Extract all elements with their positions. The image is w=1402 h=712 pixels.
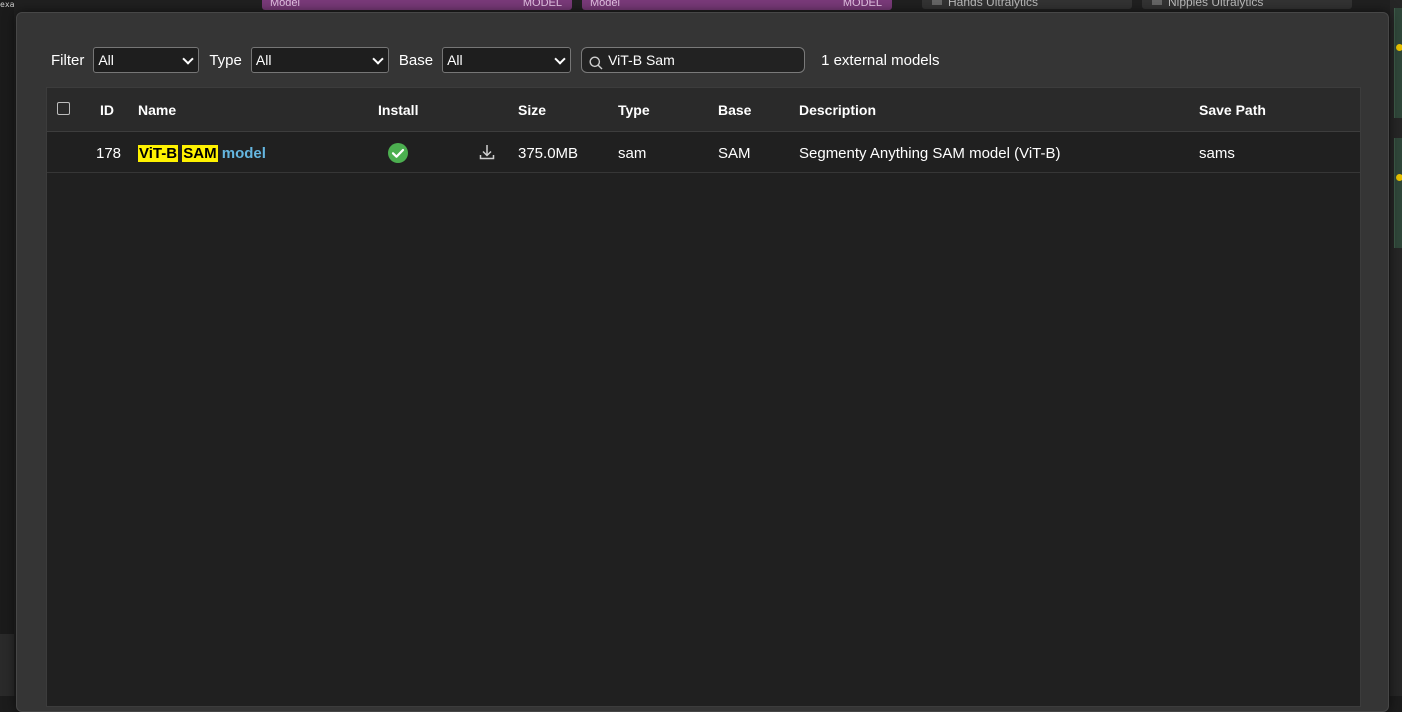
search-highlight: ViT-B bbox=[138, 145, 179, 162]
external-models-dialog: Filter All Type All Base All ViT-B Sam 1… bbox=[16, 12, 1389, 712]
background-panel-edge bbox=[0, 634, 14, 696]
background-node: Model MODEL bbox=[262, 0, 572, 10]
background-right-node bbox=[1394, 8, 1402, 118]
background-chip: Nipples Ultralytics bbox=[1142, 0, 1352, 9]
column-header-type[interactable]: Type bbox=[618, 102, 650, 118]
download-icon[interactable] bbox=[478, 143, 496, 161]
result-count: 1 external models bbox=[821, 51, 940, 69]
background-chip: Hands Ultralytics bbox=[922, 0, 1132, 9]
column-header-base[interactable]: Base bbox=[718, 102, 751, 118]
background-text-panel: exactly should be shown. bbox=[0, 0, 14, 634]
background-text-line: exactly should be shown. bbox=[0, 0, 14, 10]
search-value: ViT-B Sam bbox=[608, 52, 675, 68]
table-header: ID Name Install Size Type Base Descripti… bbox=[47, 88, 1360, 132]
row-description: Segmenty Anything SAM model (ViT-B) bbox=[799, 145, 1061, 162]
background-right-node bbox=[1394, 138, 1402, 248]
base-select-value: All bbox=[447, 52, 463, 68]
row-name[interactable]: ViT-B SAM model bbox=[138, 145, 266, 162]
type-select-value: All bbox=[255, 52, 272, 68]
row-size: 375.0MB bbox=[518, 145, 579, 162]
chevron-down-icon bbox=[182, 53, 195, 65]
background-node-dot bbox=[1396, 174, 1402, 181]
check-circle-icon bbox=[387, 142, 409, 164]
search-highlight: SAM bbox=[182, 145, 218, 162]
chevron-down-icon bbox=[554, 53, 566, 65]
column-header-save-path[interactable]: Save Path bbox=[1199, 102, 1266, 118]
column-header-name[interactable]: Name bbox=[138, 102, 176, 118]
type-select[interactable]: All bbox=[250, 47, 389, 73]
background-node-dot bbox=[1396, 44, 1402, 51]
filter-toolbar: Filter All Type All Base All ViT-B Sam 1… bbox=[51, 46, 939, 74]
filter-select[interactable]: All bbox=[93, 47, 200, 73]
row-id: 178 bbox=[96, 145, 122, 162]
models-table: ID Name Install Size Type Base Descripti… bbox=[46, 87, 1361, 707]
background-node: Model MODEL bbox=[582, 0, 892, 10]
row-save-path: sams bbox=[1199, 145, 1235, 162]
base-label: Base bbox=[398, 51, 434, 69]
row-type: sam bbox=[618, 145, 647, 162]
table-row[interactable]: 178 ViT-B SAM model 375.0MB sam SAM Segm… bbox=[47, 132, 1360, 173]
select-all-checkbox[interactable] bbox=[57, 102, 70, 115]
column-header-size[interactable]: Size bbox=[518, 102, 546, 118]
chevron-down-icon bbox=[372, 53, 384, 65]
row-base: SAM bbox=[718, 145, 751, 162]
column-header-id[interactable]: ID bbox=[100, 102, 114, 118]
column-header-install[interactable]: Install bbox=[378, 102, 418, 118]
search-input[interactable]: ViT-B Sam bbox=[581, 47, 806, 73]
search-icon bbox=[589, 53, 603, 70]
type-label: Type bbox=[209, 51, 242, 69]
filter-label: Filter bbox=[51, 51, 85, 69]
row-name-text: model bbox=[221, 145, 266, 162]
base-select[interactable]: All bbox=[442, 47, 572, 73]
filter-select-value: All bbox=[98, 52, 114, 68]
column-header-description[interactable]: Description bbox=[799, 102, 876, 118]
